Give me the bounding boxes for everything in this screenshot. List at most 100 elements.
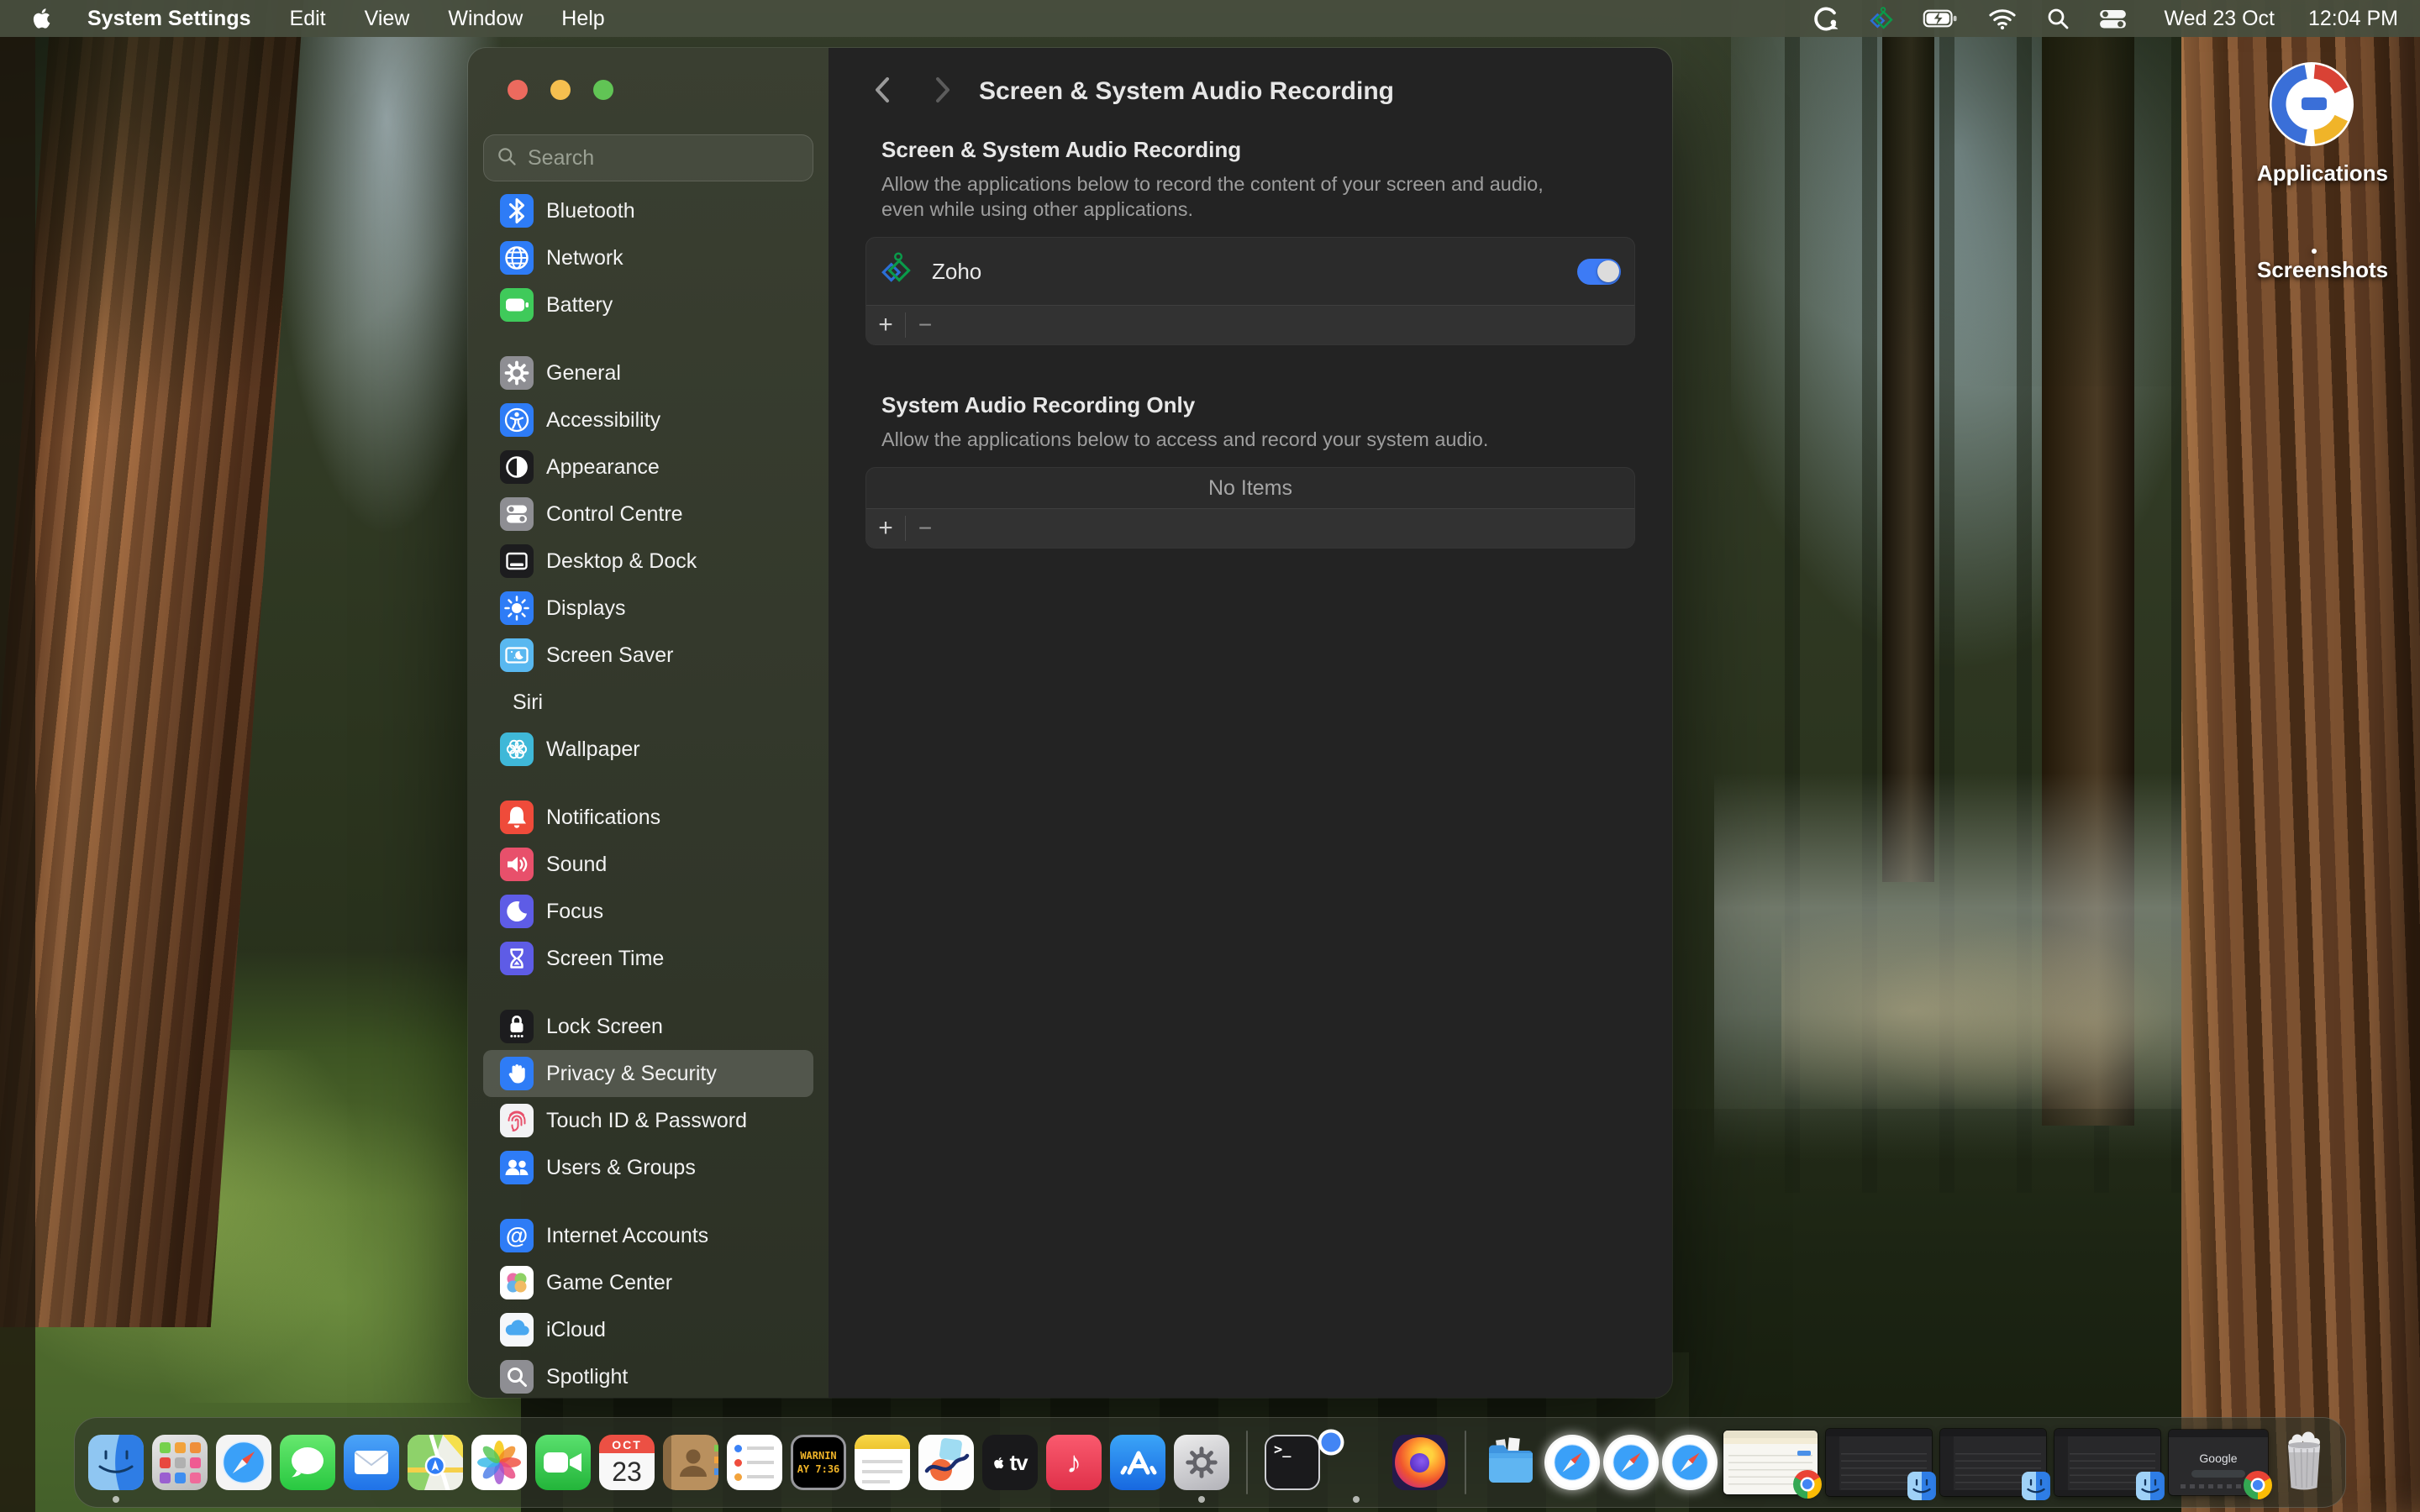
dock-maps[interactable] [408, 1435, 463, 1490]
menu-view[interactable]: View [365, 7, 410, 30]
sidebar-item-privacy-security[interactable]: Privacy & Security [483, 1050, 813, 1097]
desktop-icon-applications[interactable]: Applications [2257, 60, 2366, 186]
dock-notes[interactable] [855, 1435, 910, 1490]
back-button[interactable] [862, 65, 902, 115]
sidebar-item-control-centre[interactable]: Control Centre [483, 491, 813, 538]
dock-app-store[interactable] [1110, 1435, 1165, 1490]
sidebar-item-general[interactable]: General [483, 349, 813, 396]
sidebar-item-lock-screen[interactable]: Lock Screen [483, 1003, 813, 1050]
hand-icon [500, 1057, 534, 1090]
sidebar-item-appearance[interactable]: Appearance [483, 444, 813, 491]
menu-edit[interactable]: Edit [290, 7, 326, 30]
close-button[interactable] [508, 80, 528, 100]
dock-terminal[interactable]: >_ [1265, 1435, 1320, 1490]
navigation-bar: Screen & System Audio Recording [829, 48, 1672, 132]
sidebar-item-accessibility[interactable]: Accessibility [483, 396, 813, 444]
applications-folder-icon [2268, 137, 2355, 151]
menubar-time[interactable]: 12:04 PM [2308, 7, 2398, 31]
desktop-icon-screenshots[interactable]: Screenshots [2257, 249, 2366, 283]
control-center-icon[interactable] [2099, 8, 2127, 30]
section-heading: Screen & System Audio Recording [881, 137, 1619, 163]
sidebar-item-game-center[interactable]: Game Center [483, 1259, 813, 1306]
sidebar-item-screen-saver[interactable]: Screen Saver [483, 632, 813, 679]
forward-button[interactable] [923, 65, 963, 115]
window-controls [508, 80, 813, 100]
dock-photos[interactable] [471, 1435, 527, 1490]
dock-minimized-chrome-window[interactable]: Google [2169, 1430, 2268, 1495]
dock-divider [1246, 1431, 1248, 1494]
dock-facetime[interactable] [535, 1435, 591, 1490]
sidebar-item-siri[interactable]: Siri [483, 679, 813, 726]
dock-messages[interactable] [280, 1435, 335, 1490]
sidebar-item-spotlight[interactable]: Spotlight [483, 1353, 813, 1398]
dock-system-settings[interactable] [1174, 1435, 1229, 1490]
sidebar-item-label: Touch ID & Password [546, 1109, 747, 1133]
sidebar-item-icloud[interactable]: iCloud [483, 1306, 813, 1353]
fingerprint-icon [500, 1104, 534, 1137]
sidebar-item-label: Lock Screen [546, 1015, 663, 1039]
dock-downloads[interactable] [1483, 1435, 1539, 1490]
search-input[interactable]: Search [483, 134, 813, 181]
dock-clock-widget[interactable]: WARNINAY 7:36 [791, 1435, 846, 1490]
cloud-icon [500, 1313, 534, 1347]
dock-minimized-chrome-window[interactable] [1723, 1431, 1818, 1494]
dock-safari-site[interactable] [1665, 1437, 1715, 1488]
sidebar-item-sound[interactable]: Sound [483, 841, 813, 888]
dock-safari-site[interactable] [1606, 1437, 1656, 1488]
sidebar-item-network[interactable]: Network [483, 234, 813, 281]
menu-window[interactable]: Window [448, 7, 523, 30]
dock-minimized-finder-window[interactable] [1826, 1429, 1932, 1496]
sidebar-item-wallpaper[interactable]: Wallpaper [483, 726, 813, 773]
dock-apple-tv[interactable]: tv [982, 1435, 1038, 1490]
menu-help[interactable]: Help [561, 7, 604, 30]
window-icon [500, 544, 534, 578]
settings-sidebar: Search BluetoothNetworkBattery General Acc… [468, 48, 829, 1398]
sidebar-item-label: General [546, 361, 621, 386]
sidebar-item-label: iCloud [546, 1318, 606, 1342]
assist-ring-icon[interactable] [1812, 5, 1839, 33]
gear-icon [500, 356, 534, 390]
menu-app-name[interactable]: System Settings [87, 7, 251, 31]
dock-safari[interactable] [216, 1435, 271, 1490]
dock-freeform[interactable] [918, 1435, 974, 1490]
sidebar-item-screen-time[interactable]: Screen Time [483, 935, 813, 982]
zoom-button[interactable] [593, 80, 613, 100]
dock-google-chrome[interactable] [1328, 1435, 1384, 1490]
dock-minimized-finder-window[interactable] [1940, 1429, 2046, 1496]
dock-launchpad[interactable] [152, 1435, 208, 1490]
apple-menu-icon[interactable] [30, 6, 55, 31]
wifi-icon[interactable] [1988, 8, 2017, 30]
sidebar-item-battery[interactable]: Battery [483, 281, 813, 328]
dock-music[interactable]: ♪ [1046, 1435, 1102, 1490]
sidebar-item-focus[interactable]: Focus [483, 888, 813, 935]
sidebar-item-touch-id-password[interactable]: Touch ID & Password [483, 1097, 813, 1144]
dock-contacts[interactable] [663, 1435, 718, 1490]
minimize-button[interactable] [550, 80, 571, 100]
menubar-date[interactable]: Wed 23 Oct [2164, 7, 2275, 31]
dock-minimized-finder-window[interactable] [2054, 1429, 2160, 1496]
dock-mail[interactable] [344, 1435, 399, 1490]
sidebar-item-notifications[interactable]: Notifications [483, 794, 813, 841]
dock-safari-site[interactable] [1547, 1437, 1597, 1488]
dock-reminders[interactable] [727, 1435, 782, 1490]
bluetooth-icon [500, 194, 534, 228]
remove-app-button[interactable]: − [906, 509, 944, 548]
add-app-button[interactable]: + [866, 306, 905, 344]
battery-charging-icon[interactable] [1923, 8, 1960, 29]
dock-calendar[interactable]: OCT23 [599, 1435, 655, 1490]
spotlight-icon[interactable] [2045, 6, 2070, 31]
sidebar-item-desktop-dock[interactable]: Desktop & Dock [483, 538, 813, 585]
dock-trash[interactable] [2276, 1431, 2332, 1494]
dock-firefox[interactable] [1392, 1435, 1448, 1490]
sidebar-item-bluetooth[interactable]: Bluetooth [483, 187, 813, 234]
zoho-diamond-icon[interactable] [1868, 6, 1894, 32]
remove-app-button[interactable]: − [906, 306, 944, 344]
sidebar-item-label: Screen Saver [546, 643, 673, 668]
sidebar-item-internet-accounts[interactable]: @Internet Accounts [483, 1212, 813, 1259]
toggles-icon [500, 497, 534, 531]
sidebar-item-displays[interactable]: Displays [483, 585, 813, 632]
zoho-toggle[interactable] [1577, 259, 1621, 285]
sidebar-item-users-groups[interactable]: Users & Groups [483, 1144, 813, 1191]
dock-finder[interactable] [88, 1435, 144, 1490]
add-app-button[interactable]: + [866, 509, 905, 548]
